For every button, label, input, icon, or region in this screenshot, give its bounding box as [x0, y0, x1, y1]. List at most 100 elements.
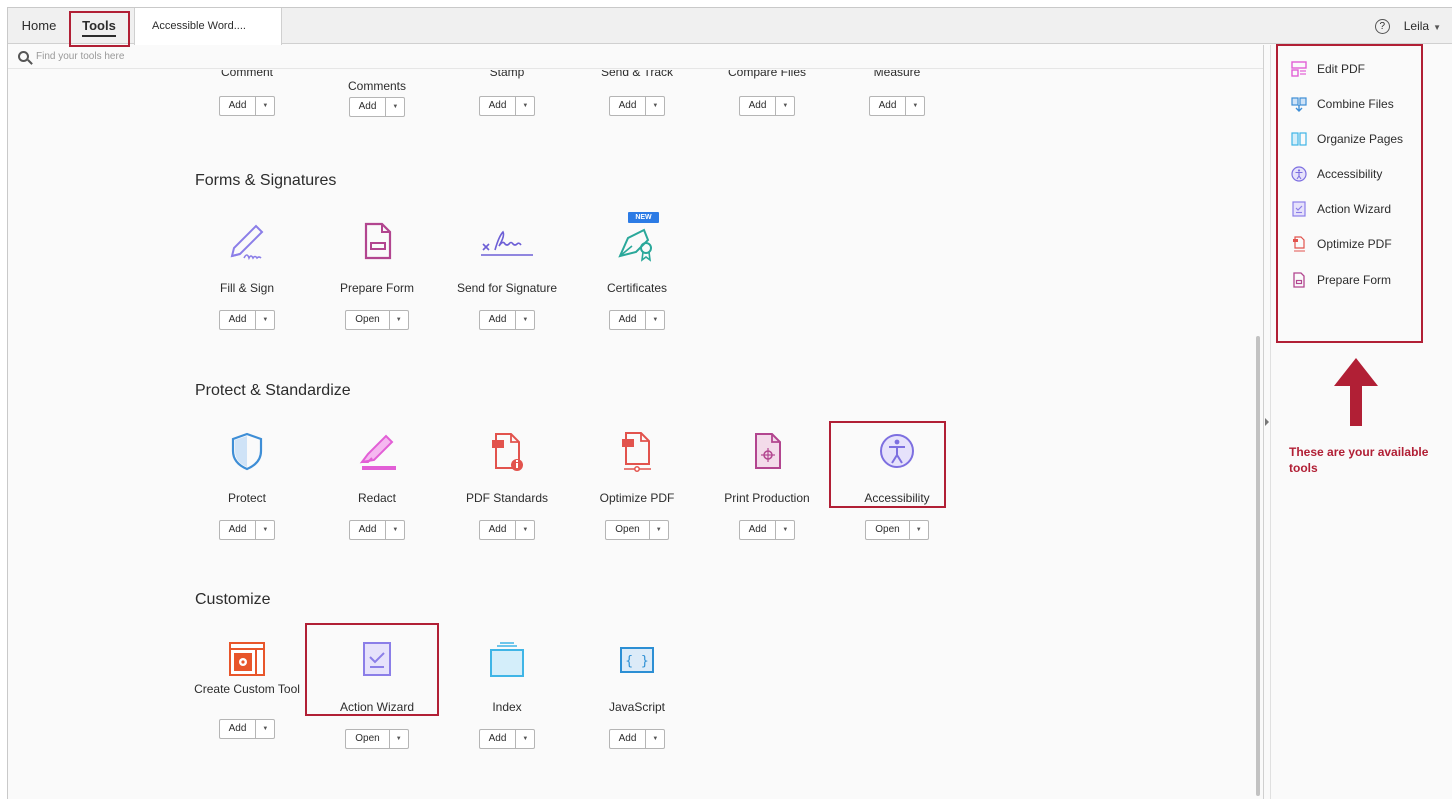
tool-add-button[interactable]: Add ▼: [218, 96, 276, 116]
right-panel-edit-pdf[interactable]: Edit PDF: [1291, 58, 1365, 80]
section-title-protect: Protect & Standardize: [195, 382, 351, 399]
accessibility-icon: [1291, 166, 1307, 182]
tool-open-button[interactable]: Open ▼: [865, 520, 929, 540]
tool-label: Create Custom Tool: [194, 682, 300, 696]
tool-add-button[interactable]: Add ▼: [478, 96, 536, 116]
combine-files-icon: [1291, 96, 1307, 112]
chevron-down-icon[interactable]: ▼: [256, 97, 274, 115]
button-label: Add: [610, 730, 647, 748]
right-panel-combine-files[interactable]: Combine Files: [1291, 93, 1394, 115]
tool-label: Certificates: [606, 281, 668, 295]
tool-open-button[interactable]: Open ▼: [605, 520, 669, 540]
tool-add-button[interactable]: Add ▼: [738, 96, 796, 116]
tool-create-custom-tool[interactable]: Create Custom Tool Add ▼: [182, 637, 312, 739]
tool-open-button[interactable]: Open ▼: [345, 729, 409, 749]
chevron-down-icon[interactable]: ▼: [386, 521, 404, 539]
right-panel-accessibility[interactable]: Accessibility: [1291, 163, 1382, 185]
tool-prepare-form[interactable]: Prepare Form Open ▼: [312, 218, 442, 330]
tool-add-button[interactable]: Add ▼: [608, 310, 666, 330]
collapse-right-pane-icon[interactable]: [1265, 418, 1269, 426]
right-panel-label: Optimize PDF: [1317, 237, 1392, 251]
tool-open-button[interactable]: Open ▼: [345, 310, 409, 330]
prepare-form-icon: [354, 218, 400, 264]
tool-add-button[interactable]: Add ▼: [348, 520, 406, 540]
right-panel-optimize-pdf[interactable]: Optimize PDF: [1291, 233, 1392, 255]
chevron-down-icon[interactable]: ▼: [650, 521, 668, 539]
right-panel-label: Accessibility: [1317, 167, 1383, 181]
button-label: Add: [610, 97, 647, 115]
chevron-down-icon[interactable]: ▼: [776, 97, 794, 115]
chevron-down-icon[interactable]: ▼: [646, 311, 664, 329]
chevron-down-icon[interactable]: ▼: [516, 730, 534, 748]
tool-send-for-signature[interactable]: Send for Signature Add ▼: [442, 218, 572, 330]
tool-stamp: Stamp Add ▼: [442, 70, 572, 116]
tool-protect[interactable]: Protect Add ▼: [182, 428, 312, 540]
fill-sign-icon: [224, 218, 270, 264]
chevron-down-icon[interactable]: ▼: [516, 97, 534, 115]
tab-tools[interactable]: Tools: [70, 8, 128, 44]
chevron-down-icon[interactable]: ▼: [516, 311, 534, 329]
right-panel-action-wizard[interactable]: Action Wizard: [1291, 198, 1391, 220]
right-panel-label: Combine Files: [1317, 97, 1394, 111]
chevron-down-icon[interactable]: ▼: [646, 97, 664, 115]
tool-add-button[interactable]: Add ▼: [478, 520, 536, 540]
tool-javascript[interactable]: { } JavaScript Add ▼: [572, 637, 702, 749]
tool-add-button[interactable]: Add ▼: [608, 729, 666, 749]
button-label: Add: [610, 311, 647, 329]
tool-search-bar: [8, 45, 1263, 69]
tool-add-button[interactable]: Add ▼: [218, 520, 276, 540]
chevron-down-icon[interactable]: ▼: [910, 521, 928, 539]
tool-action-wizard[interactable]: Action Wizard Open ▼: [312, 637, 442, 749]
button-label: Open: [866, 521, 910, 539]
button-label: Add: [220, 97, 257, 115]
user-menu[interactable]: Leila ▼: [1404, 19, 1441, 33]
print-production-icon: [744, 428, 790, 474]
tool-measure: Measure Add ▼: [832, 70, 962, 116]
action-wizard-icon: [354, 637, 400, 683]
right-panel-organize-pages[interactable]: Organize Pages: [1291, 128, 1403, 150]
tool-pdf-standards[interactable]: PDF Standards Add ▼: [442, 428, 572, 540]
tool-add-button[interactable]: Add ▼: [478, 310, 536, 330]
help-icon[interactable]: ?: [1374, 18, 1390, 34]
chevron-down-icon[interactable]: ▼: [256, 311, 274, 329]
tool-label: Comment: [220, 70, 273, 79]
chevron-down-icon[interactable]: ▼: [906, 97, 924, 115]
chevron-down-icon[interactable]: ▼: [256, 720, 274, 738]
chevron-down-icon[interactable]: ▼: [646, 730, 664, 748]
tool-add-button[interactable]: Add ▼: [868, 96, 926, 116]
chevron-down-icon[interactable]: ▼: [256, 521, 274, 539]
signature-icon: [477, 218, 537, 264]
tool-add-button[interactable]: Add ▼: [738, 520, 796, 540]
chevron-down-icon[interactable]: ▼: [386, 98, 404, 116]
button-label: Add: [870, 97, 907, 115]
right-panel-prepare-form[interactable]: Prepare Form: [1291, 269, 1391, 291]
user-area: ? Leila ▼: [1374, 8, 1441, 44]
chevron-down-icon[interactable]: ▼: [390, 311, 408, 329]
tool-accessibility[interactable]: Accessibility Open ▼: [832, 428, 962, 540]
tab-home[interactable]: Home: [14, 8, 64, 44]
annotation-arrow-icon: [1334, 358, 1378, 426]
tool-redact[interactable]: Redact Add ▼: [312, 428, 442, 540]
tool-index[interactable]: Index Add ▼: [442, 637, 572, 749]
tool-add-button[interactable]: Add ▼: [348, 97, 406, 117]
tool-certificates[interactable]: NEW Certificates Add ▼: [572, 212, 702, 330]
tool-add-button[interactable]: Add ▼: [218, 310, 276, 330]
tool-fill-sign[interactable]: Fill & Sign Add ▼: [182, 218, 312, 330]
custom-tool-icon: [224, 637, 270, 683]
redact-marker-icon: [354, 428, 400, 474]
tab-document[interactable]: Accessible Word....: [134, 8, 282, 45]
tool-add-button[interactable]: Add ▼: [608, 96, 666, 116]
button-label: Add: [220, 720, 257, 738]
main-scrollbar[interactable]: [1255, 70, 1261, 799]
chevron-down-icon[interactable]: ▼: [516, 521, 534, 539]
shield-icon: [224, 428, 270, 474]
chevron-down-icon[interactable]: ▼: [776, 521, 794, 539]
scroll-thumb[interactable]: [1256, 336, 1260, 796]
tool-add-button[interactable]: Add ▼: [218, 719, 276, 739]
search-input[interactable]: [36, 51, 236, 62]
tool-optimize-pdf[interactable]: Optimize PDF Open ▼: [572, 428, 702, 540]
tool-print-production[interactable]: Print Production Add ▼: [702, 428, 832, 540]
tool-compare-files: Compare Files Add ▼: [702, 70, 832, 116]
chevron-down-icon[interactable]: ▼: [390, 730, 408, 748]
tool-add-button[interactable]: Add ▼: [478, 729, 536, 749]
